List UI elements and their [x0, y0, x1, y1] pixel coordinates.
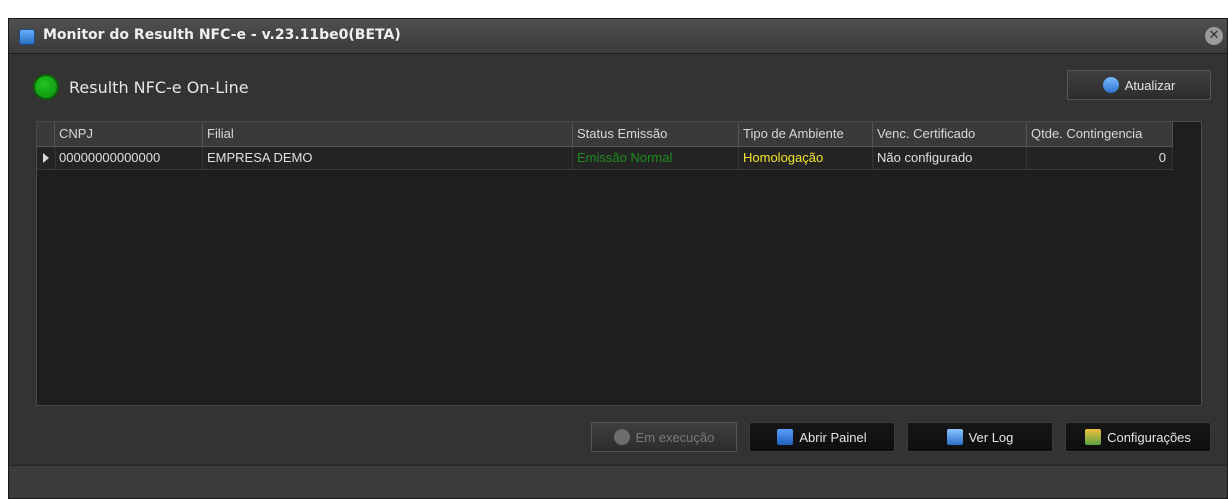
status-bar [9, 465, 1227, 498]
cell-cnpj: 00000000000000 [55, 147, 203, 169]
cell-qtde-contingencia: 0 [1027, 147, 1173, 169]
column-header-cnpj[interactable]: CNPJ [55, 122, 203, 146]
cell-filial: EMPRESA DEMO [203, 147, 573, 169]
main-window: Monitor do Resulth NFC-e - v.23.11be0(BE… [8, 18, 1228, 499]
magnifier-icon [946, 429, 963, 445]
online-status-icon [33, 74, 59, 100]
column-header-tipo-ambiente[interactable]: Tipo de Ambiente [739, 122, 873, 146]
grid-header: CNPJ Filial Status Emissão Tipo de Ambie… [37, 122, 1173, 147]
nfce-grid[interactable]: CNPJ Filial Status Emissão Tipo de Ambie… [36, 121, 1202, 406]
column-header-venc-certificado[interactable]: Venc. Certificado [873, 122, 1027, 146]
refresh-icon [1102, 77, 1119, 93]
cell-tipo-ambiente: Homologação [739, 147, 873, 169]
column-header-filial[interactable]: Filial [203, 122, 573, 146]
settings-button[interactable]: Configurações [1065, 422, 1211, 452]
close-button[interactable]: ✕ [1205, 27, 1223, 45]
title-bar[interactable]: Monitor do Resulth NFC-e - v.23.11be0(BE… [9, 19, 1227, 54]
panel-icon [777, 429, 794, 445]
running-button-label: Em execução [635, 429, 715, 445]
view-log-button[interactable]: Ver Log [907, 422, 1053, 452]
cell-status-emissao: Emissão Normal [573, 147, 739, 169]
refresh-button[interactable]: Atualizar [1067, 70, 1211, 100]
window-title: Monitor do Resulth NFC-e - v.23.11be0(BE… [43, 27, 401, 43]
main-panel: Resulth NFC-e On-Line Atualizar CNPJ Fil… [9, 54, 1227, 464]
running-button[interactable]: Em execução [591, 422, 737, 452]
view-log-button-label: Ver Log [968, 429, 1014, 445]
cell-venc-certificado: Não configurado [873, 147, 1027, 169]
status-text: Resulth NFC-e On-Line [69, 78, 249, 97]
settings-button-label: Configurações [1107, 429, 1191, 445]
open-panel-button-label: Abrir Painel [799, 429, 867, 445]
app-icon [19, 29, 35, 45]
header-indicator [37, 122, 55, 146]
settings-icon [1085, 429, 1102, 445]
play-icon [613, 429, 630, 445]
refresh-button-label: Atualizar [1124, 77, 1176, 93]
row-selected-indicator-icon [37, 147, 56, 169]
column-header-qtde-contingencia[interactable]: Qtde. Contingencia [1027, 122, 1173, 146]
open-panel-button[interactable]: Abrir Painel [749, 422, 895, 452]
column-header-status-emissao[interactable]: Status Emissão [573, 122, 739, 146]
table-row[interactable]: 00000000000000 EMPRESA DEMO Emissão Norm… [37, 147, 1173, 170]
